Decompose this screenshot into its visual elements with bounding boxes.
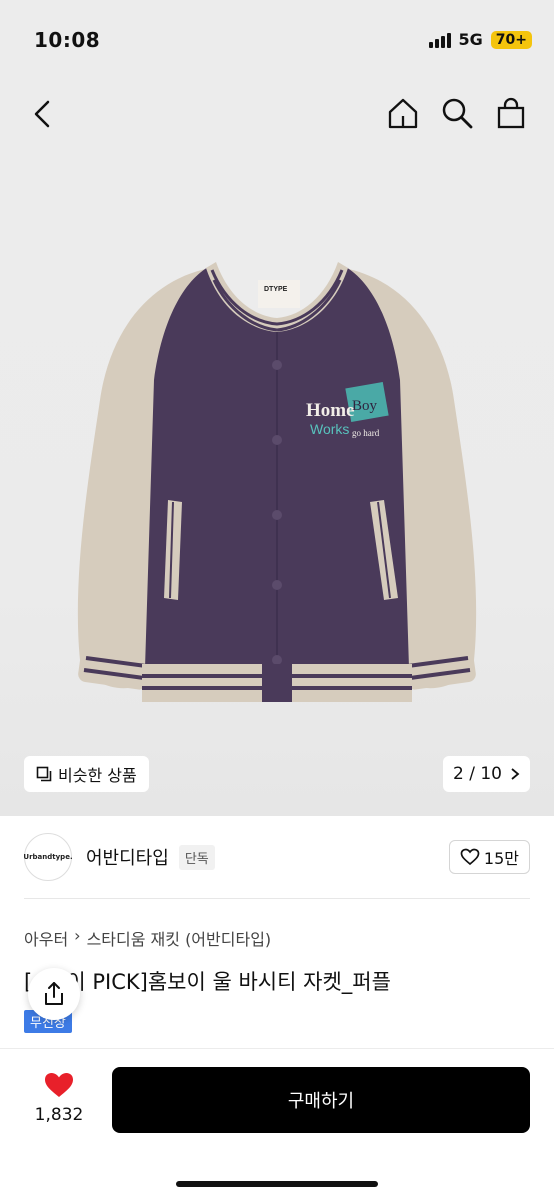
product-gallery[interactable]: DTYPE Home Boy Works go hard 비슷한 상품 2 / …: [0, 80, 554, 816]
top-nav-actions: [384, 94, 530, 132]
product-like-count: 1,832: [34, 1105, 84, 1125]
buy-button[interactable]: 구매하기: [112, 1067, 530, 1133]
breadcrumb-separator-icon: ›: [74, 926, 81, 945]
home-indicator: [176, 1181, 378, 1187]
image-pager[interactable]: 2 / 10: [443, 756, 530, 792]
status-time: 10:08: [34, 28, 101, 52]
heart-outline-icon: [460, 848, 480, 866]
patch-works-text: Works: [310, 421, 349, 437]
similar-icon: [36, 766, 52, 782]
similar-products-label: 비슷한 상품: [58, 766, 137, 785]
shopping-bag-icon: [497, 97, 525, 129]
product-image: DTYPE Home Boy Works go hard: [0, 240, 554, 800]
status-indicators: 5G 70+: [428, 30, 532, 49]
product-like-button[interactable]: 1,832: [24, 1071, 94, 1125]
status-bar: 10:08 5G 70+: [0, 0, 554, 80]
signal-icon: [428, 32, 451, 48]
bottom-action-bar: 1,832 구매하기: [0, 1048, 554, 1200]
similar-products-button[interactable]: 비슷한 상품: [24, 756, 149, 792]
search-button[interactable]: [438, 94, 476, 132]
patch-gohard-text: go hard: [352, 428, 380, 438]
breadcrumb-category[interactable]: 아우터: [24, 926, 68, 950]
pager-text: 2 / 10: [453, 764, 502, 784]
brand-logo[interactable]: Urbandtype.: [23, 833, 73, 881]
patch-boy-text: Boy: [352, 398, 378, 414]
share-icon: [45, 982, 63, 1005]
search-icon: [442, 98, 473, 129]
brand-logo-text: Urbandtype.: [23, 853, 73, 861]
label-tag-text: DTYPE: [264, 286, 288, 293]
battery-badge: 70+: [490, 30, 532, 49]
brand-name[interactable]: 어반디타입: [86, 844, 169, 870]
exclusive-badge: 단독: [178, 844, 215, 870]
network-type: 5G: [458, 30, 483, 49]
breadcrumb-subcategory[interactable]: 스타디움 재킷 (어반디타입): [87, 926, 272, 950]
home-button[interactable]: [384, 94, 422, 132]
brand-like-count: 15만: [483, 849, 519, 868]
back-button[interactable]: [24, 94, 64, 134]
chevron-left-icon: [34, 100, 50, 128]
patch-home-text: Home: [306, 400, 355, 421]
share-button[interactable]: [28, 968, 80, 1020]
brand-like-button[interactable]: 15만: [448, 840, 530, 874]
divider: [24, 898, 530, 899]
brand-row: Urbandtype. 어반디타입 단독 15만: [23, 832, 530, 882]
breadcrumb: 아우터 › 스타디움 재킷 (어반디타입): [24, 926, 271, 950]
heart-filled-icon: [45, 1073, 73, 1097]
cart-button[interactable]: [492, 94, 530, 132]
chevron-right-icon: [511, 768, 520, 780]
home-icon: [388, 98, 418, 129]
